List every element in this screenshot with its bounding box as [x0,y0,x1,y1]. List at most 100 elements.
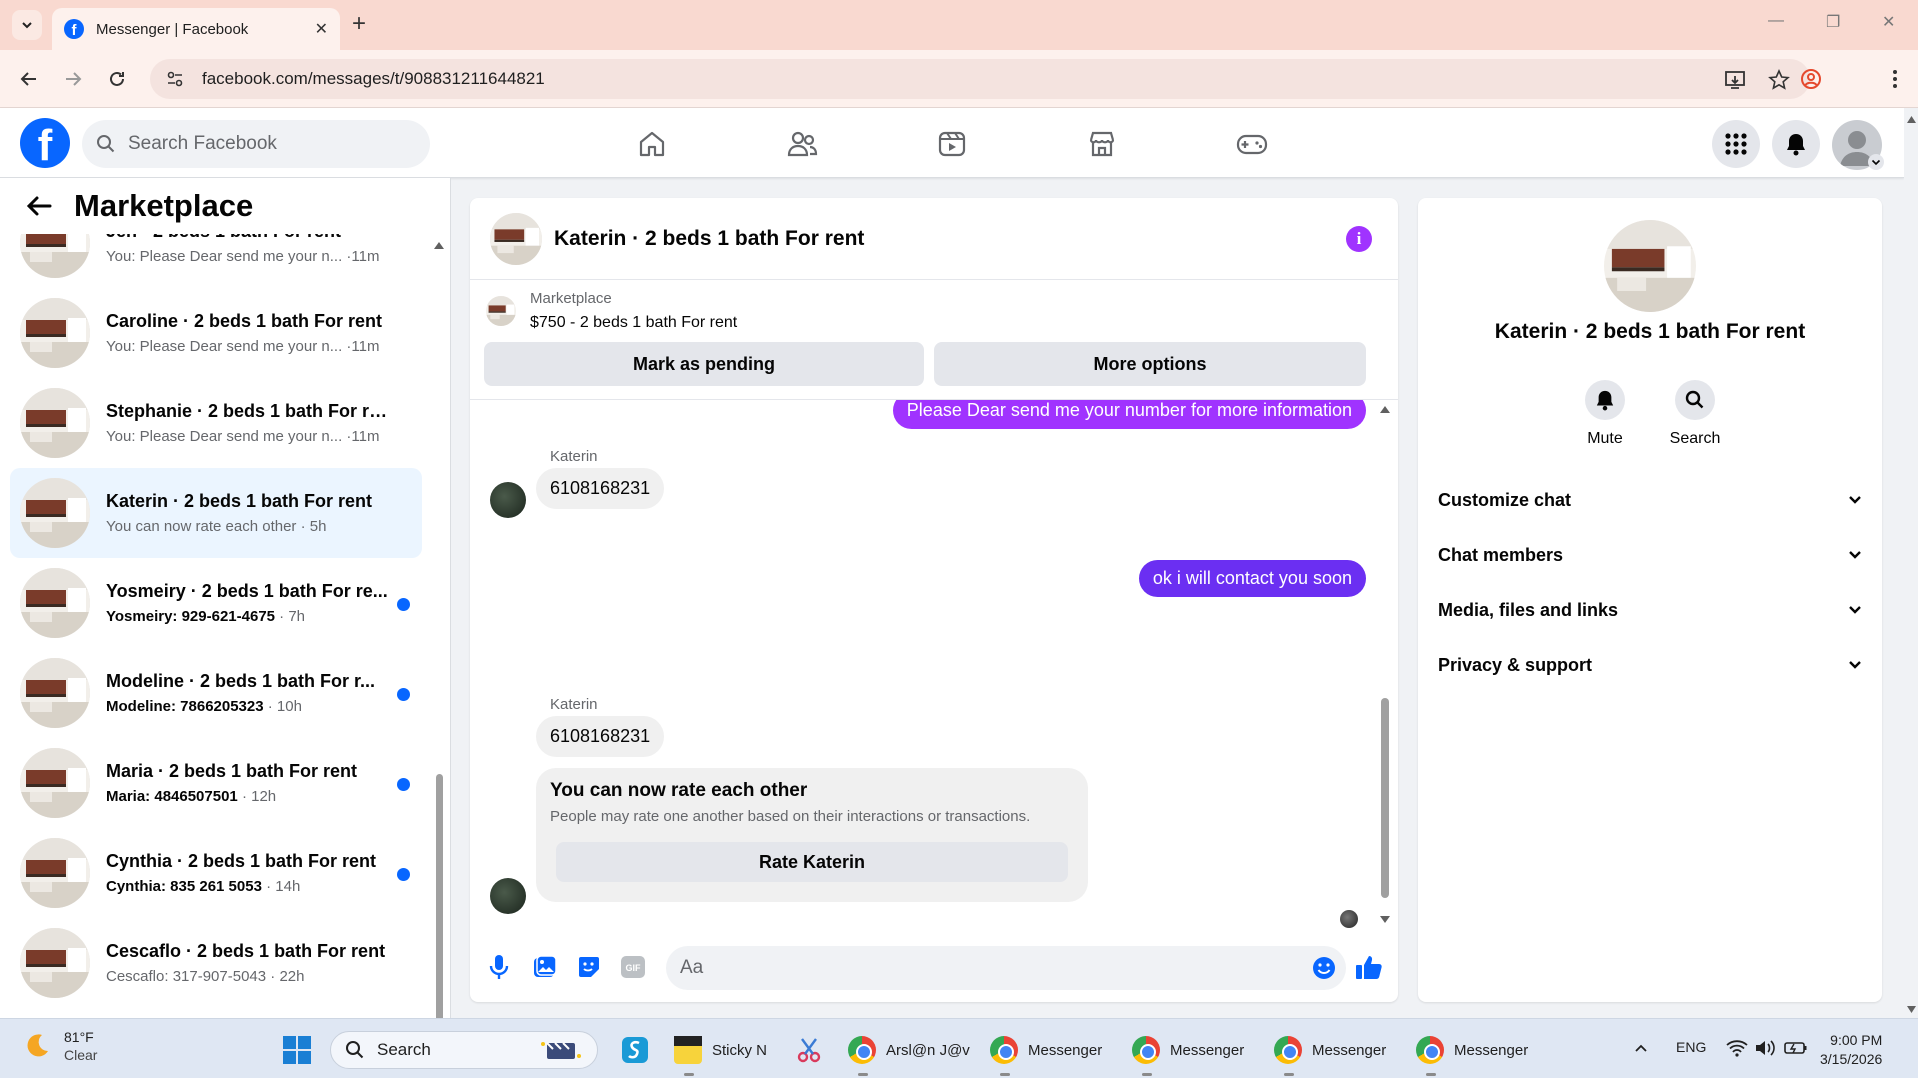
new-tab-button[interactable]: + [352,12,366,36]
gif-button[interactable]: GIF [618,952,648,982]
facebook-search-input[interactable]: Search Facebook [82,120,430,168]
search-conversation-button[interactable]: Search [1660,380,1730,448]
gaming-icon [1236,134,1268,155]
profile-button[interactable] [1796,64,1826,94]
incoming-message[interactable]: 6108168231 [536,716,665,757]
sticker-icon [579,957,599,977]
chat-title[interactable]: Katerin · 2 beds 1 bath For rent [554,227,864,251]
snipping-tool-icon[interactable] [794,1035,824,1065]
row-label: Chat members [1438,544,1564,565]
conversation-item[interactable]: Katerin · 2 beds 1 bath For rent You can … [10,468,422,558]
listing-price-title[interactable]: $750 - 2 beds 1 bath For rent [530,314,737,332]
weather-widget[interactable]: 81°F Clear [22,1029,97,1063]
outgoing-message[interactable]: ok i will contact you soon [1138,560,1366,597]
chat-members-row[interactable]: Chat members [1438,535,1862,575]
incoming-message[interactable]: 6108168231 [536,468,665,509]
sticker-button[interactable] [574,952,604,982]
attach-photo-button[interactable] [530,952,560,982]
conversation-item[interactable]: Yosmeiry · 2 beds 1 bath For re... Yosmei… [10,558,422,648]
conversation-name: Caroline · 2 beds 1 bath For rent [106,311,383,331]
browser-tab[interactable]: f Messenger | Facebook ✕ [52,8,340,50]
more-options-button[interactable]: More options [934,342,1366,386]
back-button[interactable] [14,64,44,94]
conversation-item[interactable]: Cescaflo · 2 beds 1 bath For rent Cescafl… [10,918,422,1008]
bell-icon [1596,390,1614,411]
volume-icon[interactable] [1754,1039,1776,1057]
browser-menu-button[interactable] [1880,64,1910,94]
marketplace-icon [1089,131,1115,157]
browser-tab-strip: f Messenger | Facebook ✕ + — ❐ ✕ [0,0,1918,50]
chevron-down-icon [22,22,32,29]
page-scrollbar[interactable] [1904,108,1918,1018]
video-icon [938,131,966,157]
sender-avatar[interactable] [490,482,526,518]
conversation-item[interactable]: Modeline · 2 beds 1 bath For r... Modelin… [10,648,422,738]
send-like-button[interactable] [1354,952,1384,982]
nav-friends-button[interactable] [782,124,822,164]
facebook-logo-icon[interactable]: f [20,118,70,168]
seen-receipt-avatar [1340,910,1358,928]
microphone-icon [489,955,509,979]
conversation-item[interactable]: Cynthia · 2 beds 1 bath For rent Cynthia:… [10,828,422,918]
taskbar-search[interactable]: Search [330,1031,598,1069]
bookmark-star-icon[interactable] [1768,69,1790,91]
mute-button[interactable]: Mute [1570,380,1640,448]
conversation-item[interactable]: Maria · 2 beds 1 bath For rent Maria: 484… [10,738,422,828]
chat-listing-thumbnail[interactable] [490,212,542,265]
chat-scrollbar[interactable] [1378,400,1392,930]
conversation-info-icon[interactable]: i [1346,226,1372,252]
conversation-thumbnail [20,658,90,728]
minimize-window-icon[interactable]: — [1768,12,1784,30]
taskbar-app-messenger[interactable]: Messenger [990,1031,1102,1076]
emoji-icon[interactable] [1312,956,1336,980]
sender-avatar[interactable] [490,878,526,914]
taskbar-app-messenger[interactable]: Messenger [1132,1031,1244,1076]
url-text[interactable]: facebook.com/messages/t/908831211644821 [202,69,545,89]
conversation-name: Stephanie · 2 beds 1 bath For rent [106,401,396,421]
outgoing-message[interactable]: Please Dear send me your number for more… [892,400,1366,429]
windows-start-icon[interactable] [282,1035,312,1065]
nav-video-button[interactable] [932,124,972,164]
conversation-item[interactable]: Stephanie · 2 beds 1 bath For rent You: P… [10,378,422,468]
menu-grid-button[interactable] [1712,120,1760,168]
battery-icon[interactable] [1784,1040,1808,1056]
close-window-icon[interactable]: ✕ [1882,12,1895,32]
scroll-thumb[interactable] [436,774,443,1018]
mark-as-pending-button[interactable]: Mark as pending [484,342,924,386]
nav-marketplace-button[interactable] [1082,124,1122,164]
scroll-thumb[interactable] [1381,698,1389,898]
restore-window-icon[interactable]: ❐ [1826,12,1840,32]
forward-button[interactable] [58,64,88,94]
taskbar-app-messenger[interactable]: Messenger [1416,1031,1528,1076]
listing-thumbnail[interactable] [486,296,516,326]
listing-photo[interactable] [1604,220,1696,312]
notifications-button[interactable] [1772,120,1820,168]
back-arrow-icon[interactable] [26,195,52,217]
account-chevron-icon[interactable] [1868,154,1884,170]
chevron-up-icon[interactable] [1634,1043,1648,1053]
privacy-support-row[interactable]: Privacy & support [1438,645,1862,685]
message-input[interactable]: Aa [666,946,1346,990]
close-tab-icon[interactable]: ✕ [315,19,328,39]
address-bar[interactable]: facebook.com/messages/t/908831211644821 [150,59,1810,99]
media-files-links-row[interactable]: Media, files and links [1438,590,1862,630]
taskbar-app-messenger[interactable]: Messenger [1274,1031,1386,1076]
voice-clip-button[interactable] [484,952,514,982]
taskbar-app-chrome-profile[interactable]: Arsl@n J@v [848,1031,970,1076]
install-app-icon[interactable] [1724,69,1746,91]
reload-button[interactable] [102,64,132,94]
nav-home-button[interactable] [632,124,672,164]
running-indicator [1426,1073,1436,1076]
arrow-left-icon [20,72,36,86]
system-clock[interactable]: 9:00 PM 3/15/2026 [1820,1031,1882,1069]
rate-katerin-button[interactable]: Rate Katerin [556,842,1068,882]
tab-search-button[interactable] [12,10,42,40]
language-indicator[interactable]: ENG [1676,1039,1706,1055]
taskbar-app-sticky-notes[interactable]: Sticky N [674,1031,767,1076]
sidebar-scrollbar[interactable] [431,234,447,1018]
nav-gaming-button[interactable] [1232,124,1272,164]
wifi-icon[interactable] [1726,1039,1748,1057]
conversation-item[interactable]: Caroline · 2 beds 1 bath For rent You: Pl… [10,288,422,378]
app-s-icon[interactable] [620,1035,650,1065]
customize-chat-row[interactable]: Customize chat [1438,480,1862,520]
